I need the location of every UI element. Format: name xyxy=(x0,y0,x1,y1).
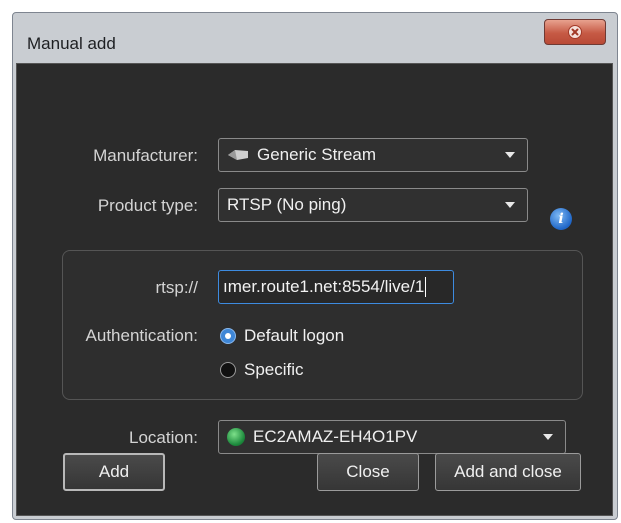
rtsp-url-input[interactable]: ımer.route1.net:8554/live/1 xyxy=(218,270,454,304)
location-label: Location: xyxy=(129,428,198,447)
location-dropdown[interactable]: EC2AMAZ-EH4O1PV xyxy=(218,420,566,454)
manufacturer-label: Manufacturer: xyxy=(93,146,198,165)
radio-unselected-icon xyxy=(220,362,236,378)
product-type-label: Product type: xyxy=(97,196,198,215)
radio-specific-label: Specific xyxy=(244,360,304,379)
dialog-body: Manufacturer: Generic Stream Product typ… xyxy=(16,63,613,516)
manufacturer-value: Generic Stream xyxy=(257,145,377,164)
rtsp-label: rtsp:// xyxy=(155,278,198,297)
globe-icon xyxy=(227,428,245,446)
radio-default-logon[interactable]: Default logon xyxy=(220,326,344,346)
location-value: EC2AMAZ-EH4O1PV xyxy=(253,427,418,446)
generic-stream-icon xyxy=(228,150,248,160)
text-caret xyxy=(425,277,427,297)
radio-selected-icon xyxy=(220,328,236,344)
close-button[interactable]: Close xyxy=(317,453,419,491)
window-close-button[interactable] xyxy=(544,19,606,45)
add-button[interactable]: Add xyxy=(63,453,165,491)
rtsp-url-value: ımer.route1.net:8554/live/1 xyxy=(223,277,425,296)
chevron-down-icon xyxy=(543,434,553,440)
chevron-down-icon xyxy=(505,152,515,158)
info-icon[interactable]: i xyxy=(550,208,572,230)
product-type-value: RTSP (No ping) xyxy=(227,195,347,214)
radio-default-logon-label: Default logon xyxy=(244,326,345,345)
manual-add-dialog: Manual add Manufacturer: Generic Stream … xyxy=(12,12,618,520)
add-and-close-button[interactable]: Add and close xyxy=(435,453,581,491)
product-type-dropdown[interactable]: RTSP (No ping) xyxy=(218,188,528,222)
authentication-label: Authentication: xyxy=(85,326,198,345)
dialog-title: Manual add xyxy=(27,34,116,53)
close-icon xyxy=(568,25,582,39)
manufacturer-dropdown[interactable]: Generic Stream xyxy=(218,138,528,172)
chevron-down-icon xyxy=(505,202,515,208)
radio-specific[interactable]: Specific xyxy=(220,360,304,380)
title-bar[interactable]: Manual add xyxy=(13,13,617,61)
